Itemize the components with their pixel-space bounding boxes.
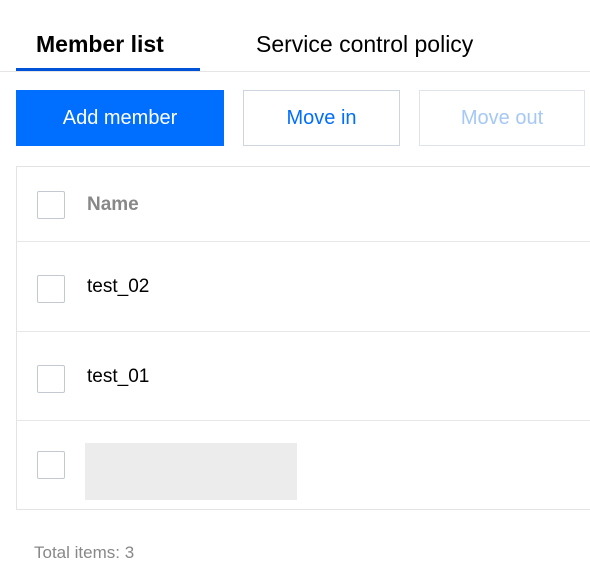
- table-row-loading: [17, 421, 590, 509]
- row-checkbox[interactable]: [37, 451, 65, 479]
- tab-service-control-policy[interactable]: Service control policy: [256, 30, 473, 58]
- move-out-button: Move out: [419, 90, 585, 146]
- select-all-checkbox[interactable]: [37, 191, 65, 219]
- table-header-row: Name: [17, 167, 590, 242]
- tab-bar: Member list Service control policy: [0, 0, 590, 72]
- loading-placeholder: [85, 443, 297, 500]
- total-items-count: Total items: 3: [34, 543, 135, 562]
- member-name: test_02: [87, 276, 150, 297]
- row-checkbox[interactable]: [37, 365, 65, 393]
- tab-member-list[interactable]: Member list: [36, 30, 164, 58]
- row-checkbox[interactable]: [37, 275, 65, 303]
- member-name: test_01: [87, 366, 150, 387]
- name-column-header: Name: [87, 194, 139, 215]
- table-row: test_02: [17, 242, 590, 332]
- member-table: Name test_02 test_01: [16, 166, 590, 510]
- table-row: test_01: [17, 332, 590, 421]
- add-member-button[interactable]: Add member: [16, 90, 224, 146]
- active-tab-indicator: [16, 68, 200, 71]
- move-in-button[interactable]: Move in: [243, 90, 400, 146]
